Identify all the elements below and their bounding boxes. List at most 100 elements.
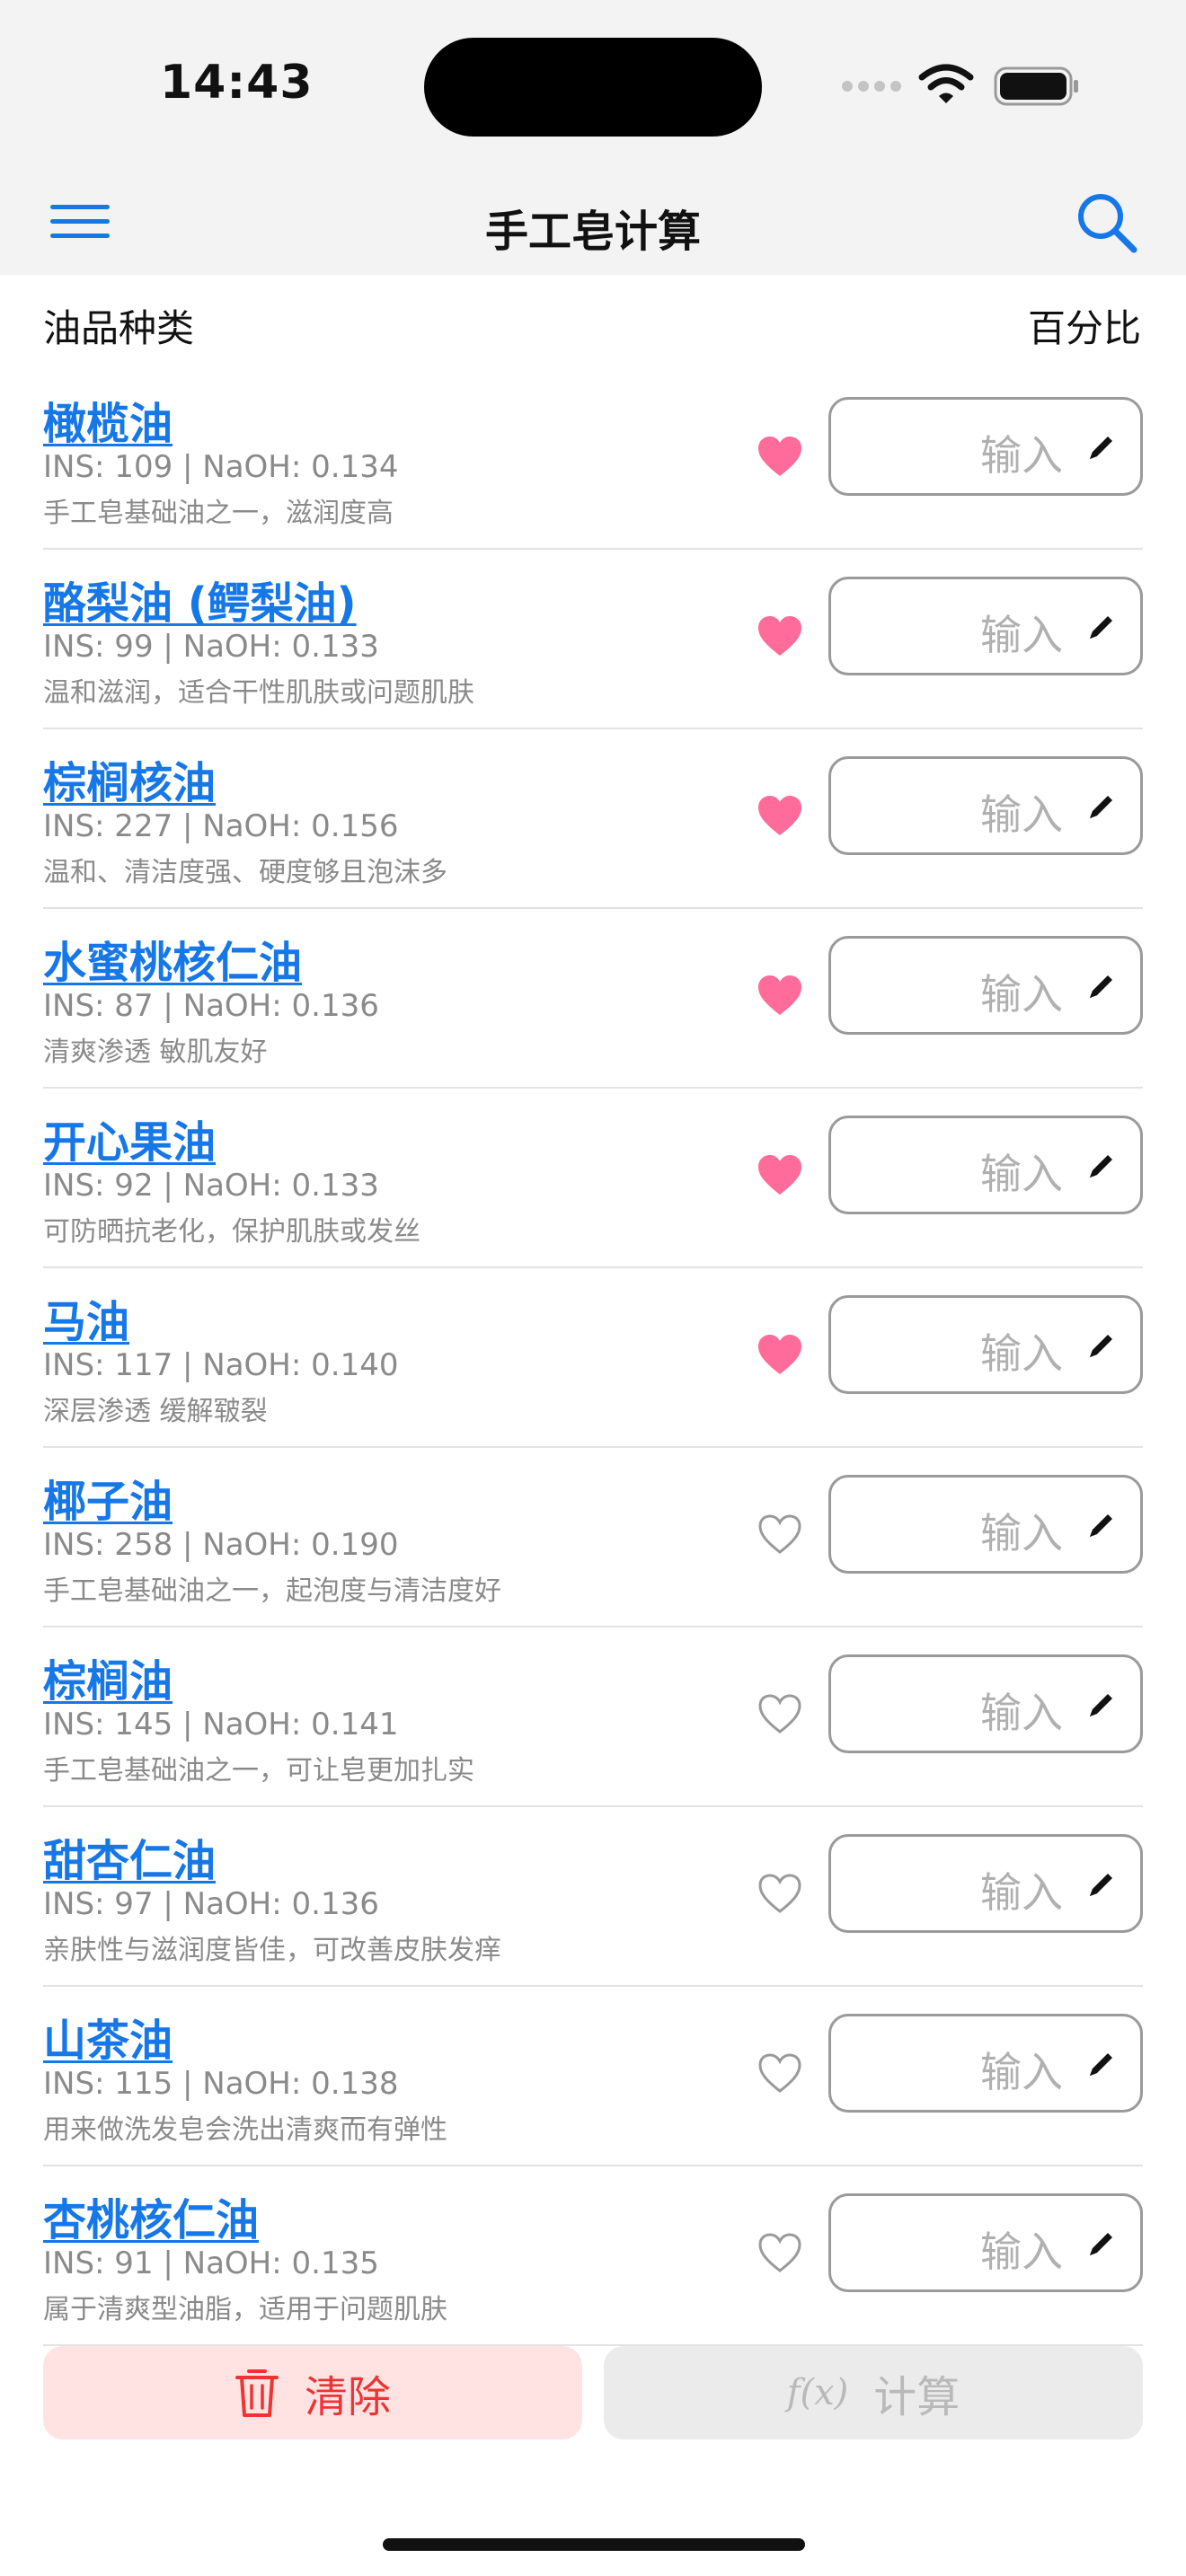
oil-row: 橄榄油 INS: 109 | NaOH: 0.134 手工皂基础油之一，滋润度高 输入 xyxy=(43,370,1143,550)
oil-description: 手工皂基础油之一，滋润度高 xyxy=(43,498,394,529)
heart-filled-icon[interactable] xyxy=(757,435,803,478)
oil-stats: INS: 97 | NaOH: 0.136 xyxy=(43,1886,379,1922)
calculate-button[interactable]: f(x) 计算 xyxy=(604,2346,1143,2439)
oil-stats: INS: 99 | NaOH: 0.133 xyxy=(43,629,379,665)
pencil-icon xyxy=(1090,2053,1112,2076)
percentage-input[interactable]: 输入 xyxy=(828,1116,1143,1214)
percentage-input[interactable]: 输入 xyxy=(828,1834,1143,1933)
percentage-input[interactable]: 输入 xyxy=(828,2193,1143,2292)
oil-row: 水蜜桃核仁油 INS: 87 | NaOH: 0.136 清爽渗透 敏肌友好 输入 xyxy=(43,909,1143,1089)
heart-outline-icon[interactable] xyxy=(757,2051,803,2095)
heart-filled-icon[interactable] xyxy=(757,974,803,1017)
oil-stats: INS: 92 | NaOH: 0.133 xyxy=(43,1168,379,1204)
oil-row: 甜杏仁油 INS: 97 | NaOH: 0.136 亲肤性与滋润度皆佳，可改善皮肤… xyxy=(43,1807,1143,1987)
function-icon: f(x) xyxy=(786,2372,849,2413)
percentage-placeholder: 输入 xyxy=(980,1868,1063,1917)
pencil-icon xyxy=(1090,437,1112,459)
percentage-placeholder: 输入 xyxy=(980,1689,1063,1737)
oil-stats: INS: 227 | NaOH: 0.156 xyxy=(43,808,399,844)
heart-outline-icon[interactable] xyxy=(757,1692,803,1735)
dynamic-island xyxy=(424,38,762,137)
oil-description: 手工皂基础油之一，起泡度与清洁度好 xyxy=(43,1575,501,1607)
percentage-placeholder: 输入 xyxy=(980,1150,1063,1198)
oil-description: 手工皂基础油之一，可让皂更加扎实 xyxy=(43,1755,474,1786)
oil-description: 属于清爽型油脂，适用于问题肌肤 xyxy=(43,2294,447,2325)
percentage-input[interactable]: 输入 xyxy=(828,1295,1143,1394)
oil-name-link[interactable]: 棕榈核油 xyxy=(43,747,216,810)
oil-name-link[interactable]: 棕榈油 xyxy=(43,1645,173,1708)
oil-type-header: 油品种类 xyxy=(43,306,195,350)
oil-name-link[interactable]: 橄榄油 xyxy=(43,388,173,451)
percentage-input[interactable]: 输入 xyxy=(828,1475,1143,1574)
pencil-icon xyxy=(1090,1694,1112,1716)
pencil-icon xyxy=(1090,975,1112,998)
oil-stats: INS: 91 | NaOH: 0.135 xyxy=(43,2245,379,2281)
oil-description: 温和滋润，适合干性肌肤或问题肌肤 xyxy=(43,677,474,709)
wifi-icon xyxy=(918,64,974,103)
pencil-icon xyxy=(1090,1335,1112,1357)
percentage-placeholder: 输入 xyxy=(980,970,1063,1019)
oil-description: 清爽渗透 敏肌友好 xyxy=(43,1037,268,1068)
heart-filled-icon[interactable] xyxy=(757,1153,803,1196)
oil-stats: INS: 258 | NaOH: 0.190 xyxy=(43,1527,399,1563)
oil-row: 开心果油 INS: 92 | NaOH: 0.133 可防晒抗老化，保护肌肤或发丝 输… xyxy=(43,1089,1143,1268)
oil-list: 橄榄油 INS: 109 | NaOH: 0.134 手工皂基础油之一，滋润度高 输入… xyxy=(0,370,1186,2346)
heart-filled-icon[interactable] xyxy=(757,1333,803,1376)
oil-name-link[interactable]: 甜杏仁油 xyxy=(43,1825,216,1888)
oil-stats: INS: 115 | NaOH: 0.138 xyxy=(43,2066,399,2102)
navigation-bar: 手工皂计算 xyxy=(0,171,1186,275)
trash-icon xyxy=(235,2369,279,2417)
oil-name-link[interactable]: 椰子油 xyxy=(43,1466,173,1529)
pencil-icon xyxy=(1090,1514,1112,1537)
percentage-input[interactable]: 输入 xyxy=(828,2014,1143,2113)
percentage-input[interactable]: 输入 xyxy=(828,1654,1143,1753)
clear-button[interactable]: 清除 xyxy=(43,2346,582,2439)
oil-name-link[interactable]: 马油 xyxy=(43,1286,129,1349)
oil-stats: INS: 117 | NaOH: 0.140 xyxy=(43,1347,399,1383)
heart-outline-icon[interactable] xyxy=(757,1513,803,1556)
oil-name-link[interactable]: 杏桃核仁油 xyxy=(43,2184,259,2247)
percentage-placeholder: 输入 xyxy=(980,790,1063,839)
search-icon[interactable] xyxy=(1075,190,1139,255)
oil-row: 酪梨油 (鳄梨油) INS: 99 | NaOH: 0.133 温和滋润，适合干性肌… xyxy=(43,550,1143,729)
oil-row: 马油 INS: 117 | NaOH: 0.140 深层渗透 缓解皲裂 输入 xyxy=(43,1268,1143,1448)
oil-row: 椰子油 INS: 258 | NaOH: 0.190 手工皂基础油之一，起泡度与清洁… xyxy=(43,1448,1143,1628)
pencil-icon xyxy=(1090,1874,1112,1896)
oil-name-link[interactable]: 山茶油 xyxy=(43,2005,173,2068)
status-time: 14:43 xyxy=(160,56,314,110)
oil-row: 杏桃核仁油 INS: 91 | NaOH: 0.135 属于清爽型油脂，适用于问题肌… xyxy=(43,2166,1143,2346)
pencil-icon xyxy=(1090,1155,1112,1178)
percentage-placeholder: 输入 xyxy=(980,1509,1063,1557)
pencil-icon xyxy=(1090,2233,1112,2255)
status-bar: 14:43 xyxy=(0,0,1186,171)
heart-filled-icon[interactable] xyxy=(757,614,803,657)
heart-filled-icon[interactable] xyxy=(757,794,803,837)
percentage-input[interactable]: 输入 xyxy=(828,397,1143,496)
oil-description: 亲肤性与滋润度皆佳，可改善皮肤发痒 xyxy=(43,1935,501,1966)
oil-stats: INS: 109 | NaOH: 0.134 xyxy=(43,449,399,485)
calculate-button-label: 计算 xyxy=(873,2372,960,2422)
percentage-input[interactable]: 输入 xyxy=(828,577,1143,675)
oil-description: 用来做洗发皂会洗出清爽而有弹性 xyxy=(43,2114,447,2146)
oil-name-link[interactable]: 开心果油 xyxy=(43,1107,216,1169)
pencil-icon xyxy=(1090,796,1112,818)
oil-description: 深层渗透 缓解皲裂 xyxy=(43,1396,268,1427)
battery-icon xyxy=(994,66,1078,106)
percentage-input[interactable]: 输入 xyxy=(828,936,1143,1035)
percentage-placeholder: 输入 xyxy=(980,611,1063,659)
percentage-input[interactable]: 输入 xyxy=(828,756,1143,855)
oil-name-link[interactable]: 水蜜桃核仁油 xyxy=(43,927,302,990)
oil-name-link[interactable]: 酪梨油 (鳄梨油) xyxy=(43,568,357,631)
oil-stats: INS: 87 | NaOH: 0.136 xyxy=(43,988,379,1024)
heart-outline-icon[interactable] xyxy=(757,1872,803,1915)
oil-row: 山茶油 INS: 115 | NaOH: 0.138 用来做洗发皂会洗出清爽而有弹性… xyxy=(43,1987,1143,2166)
percentage-placeholder: 输入 xyxy=(980,1329,1063,1378)
clear-button-label: 清除 xyxy=(304,2372,391,2422)
percentage-placeholder: 输入 xyxy=(980,2048,1063,2096)
home-indicator xyxy=(383,2538,805,2551)
pencil-icon xyxy=(1090,616,1112,639)
page-title: 手工皂计算 xyxy=(484,207,701,257)
column-header: 油品种类 百分比 xyxy=(0,275,1186,370)
heart-outline-icon[interactable] xyxy=(757,2231,803,2274)
oil-row: 棕榈核油 INS: 227 | NaOH: 0.156 温和、清洁度强、硬度够且泡沫… xyxy=(43,729,1143,909)
